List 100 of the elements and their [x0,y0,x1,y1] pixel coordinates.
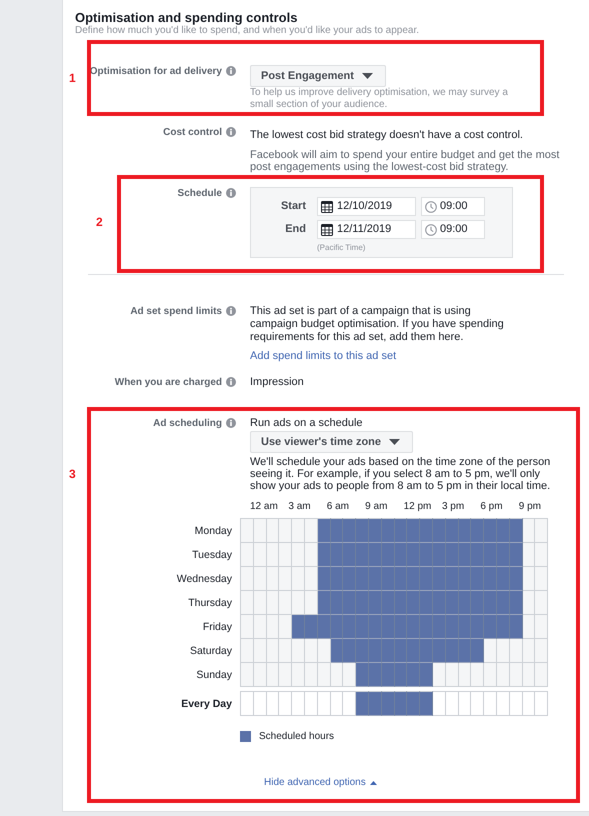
hour-cell[interactable] [368,543,382,567]
hour-cell[interactable] [394,543,408,567]
time-field[interactable]: 09:00 [421,220,485,239]
hour-cell[interactable] [330,543,344,567]
hour-cell[interactable] [496,567,510,591]
hour-cell[interactable] [484,591,497,615]
hour-cell[interactable] [382,615,395,639]
hour-cell[interactable] [394,615,408,639]
calendar-icon [321,224,333,236]
hour-cell[interactable] [458,639,472,663]
hour-cell[interactable] [343,591,356,615]
hour-cell[interactable] [318,543,331,567]
hour-cell[interactable] [510,543,523,567]
hour-cell[interactable] [356,663,369,687]
hour-cell[interactable] [432,615,446,639]
hour-cell[interactable] [471,615,484,639]
hour-cell[interactable] [496,591,510,615]
hour-cell[interactable] [343,639,356,663]
hide-options-link[interactable]: Hide advanced options [264,777,377,788]
hour-cell[interactable] [510,591,523,615]
hour-cell[interactable] [382,567,395,591]
hour-cell[interactable] [432,567,446,591]
hour-cell[interactable] [420,543,433,567]
hour-cell[interactable] [420,663,433,687]
hour-cell[interactable] [343,543,356,567]
hour-cell[interactable] [330,615,344,639]
hour-cell[interactable] [484,543,497,567]
hour-cell[interactable] [446,591,459,615]
date-field[interactable]: 12/11/2019 [317,220,416,239]
hour-cell[interactable] [330,639,344,663]
hour-cell[interactable] [368,663,382,687]
hour-cell[interactable] [382,639,395,663]
clock-icon [425,200,437,212]
hour-cell[interactable] [420,591,433,615]
hour-cell[interactable] [382,543,395,567]
hour-cell[interactable] [458,615,472,639]
hour-cell[interactable] [356,615,369,639]
hour-cell[interactable] [407,567,420,591]
hour-cell[interactable] [394,591,408,615]
legend-swatch [240,731,251,742]
hour-cell[interactable] [458,591,472,615]
hour-cell[interactable] [304,615,318,639]
hour-cell[interactable] [318,567,331,591]
hour-cell[interactable] [318,615,331,639]
hour-cell[interactable] [292,615,305,639]
hour-cell[interactable] [407,591,420,615]
hour-cell[interactable] [446,639,459,663]
time-field[interactable]: 09:00 [421,197,485,216]
hour-cell[interactable] [368,615,382,639]
timezone-note: (Pacific Time) [317,242,366,254]
hour-cell[interactable] [356,639,369,663]
dropdown-button[interactable]: Post Engagement [250,65,386,87]
hour-cell[interactable] [394,567,408,591]
hour-cell[interactable] [496,615,510,639]
hour-cell[interactable] [432,639,446,663]
day-label: Wednesday [176,573,233,585]
hour-cell[interactable] [356,567,369,591]
hour-cell[interactable] [510,615,523,639]
day-label: Friday [202,621,233,633]
hour-cell[interactable] [471,567,484,591]
hour-cell[interactable] [368,639,382,663]
hour-cell[interactable] [343,615,356,639]
hour-cell[interactable] [330,591,344,615]
hour-cell[interactable] [407,639,420,663]
hour-cell[interactable] [394,663,408,687]
hour-cell[interactable] [471,639,484,663]
hour-cell[interactable] [510,567,523,591]
info-icon [226,66,236,76]
hour-cell[interactable] [471,543,484,567]
hour-cell[interactable] [471,591,484,615]
hour-cell[interactable] [432,543,446,567]
hour-cell[interactable] [407,615,420,639]
hour-cell[interactable] [382,591,395,615]
hour-cell[interactable] [446,615,459,639]
hour-cell[interactable] [458,567,472,591]
hour-cell[interactable] [420,639,433,663]
hour-cell[interactable] [407,663,420,687]
hour-label: 12 pm [404,501,432,514]
dropdown-button[interactable]: Use viewer's time zone [250,431,414,453]
hour-cell[interactable] [420,615,433,639]
hour-cell[interactable] [432,591,446,615]
hour-cell[interactable] [407,543,420,567]
hour-cell[interactable] [318,591,331,615]
hour-cell[interactable] [382,663,395,687]
add-spend-limits-link[interactable]: Add spend limits to this ad set [250,350,396,363]
hour-cell[interactable] [458,543,472,567]
hour-cell[interactable] [446,567,459,591]
hour-cell[interactable] [420,567,433,591]
hour-cell[interactable] [496,543,510,567]
date-field[interactable]: 12/10/2019 [317,197,416,216]
hour-cell[interactable] [356,543,369,567]
hour-cell[interactable] [484,567,497,591]
hour-cell[interactable] [330,567,344,591]
hour-cell[interactable] [356,591,369,615]
hour-cell[interactable] [368,567,382,591]
hour-cell[interactable] [394,639,408,663]
hour-cell[interactable] [446,543,459,567]
hour-cell[interactable] [343,567,356,591]
hour-cell[interactable] [368,591,382,615]
hour-cell[interactable] [484,615,497,639]
